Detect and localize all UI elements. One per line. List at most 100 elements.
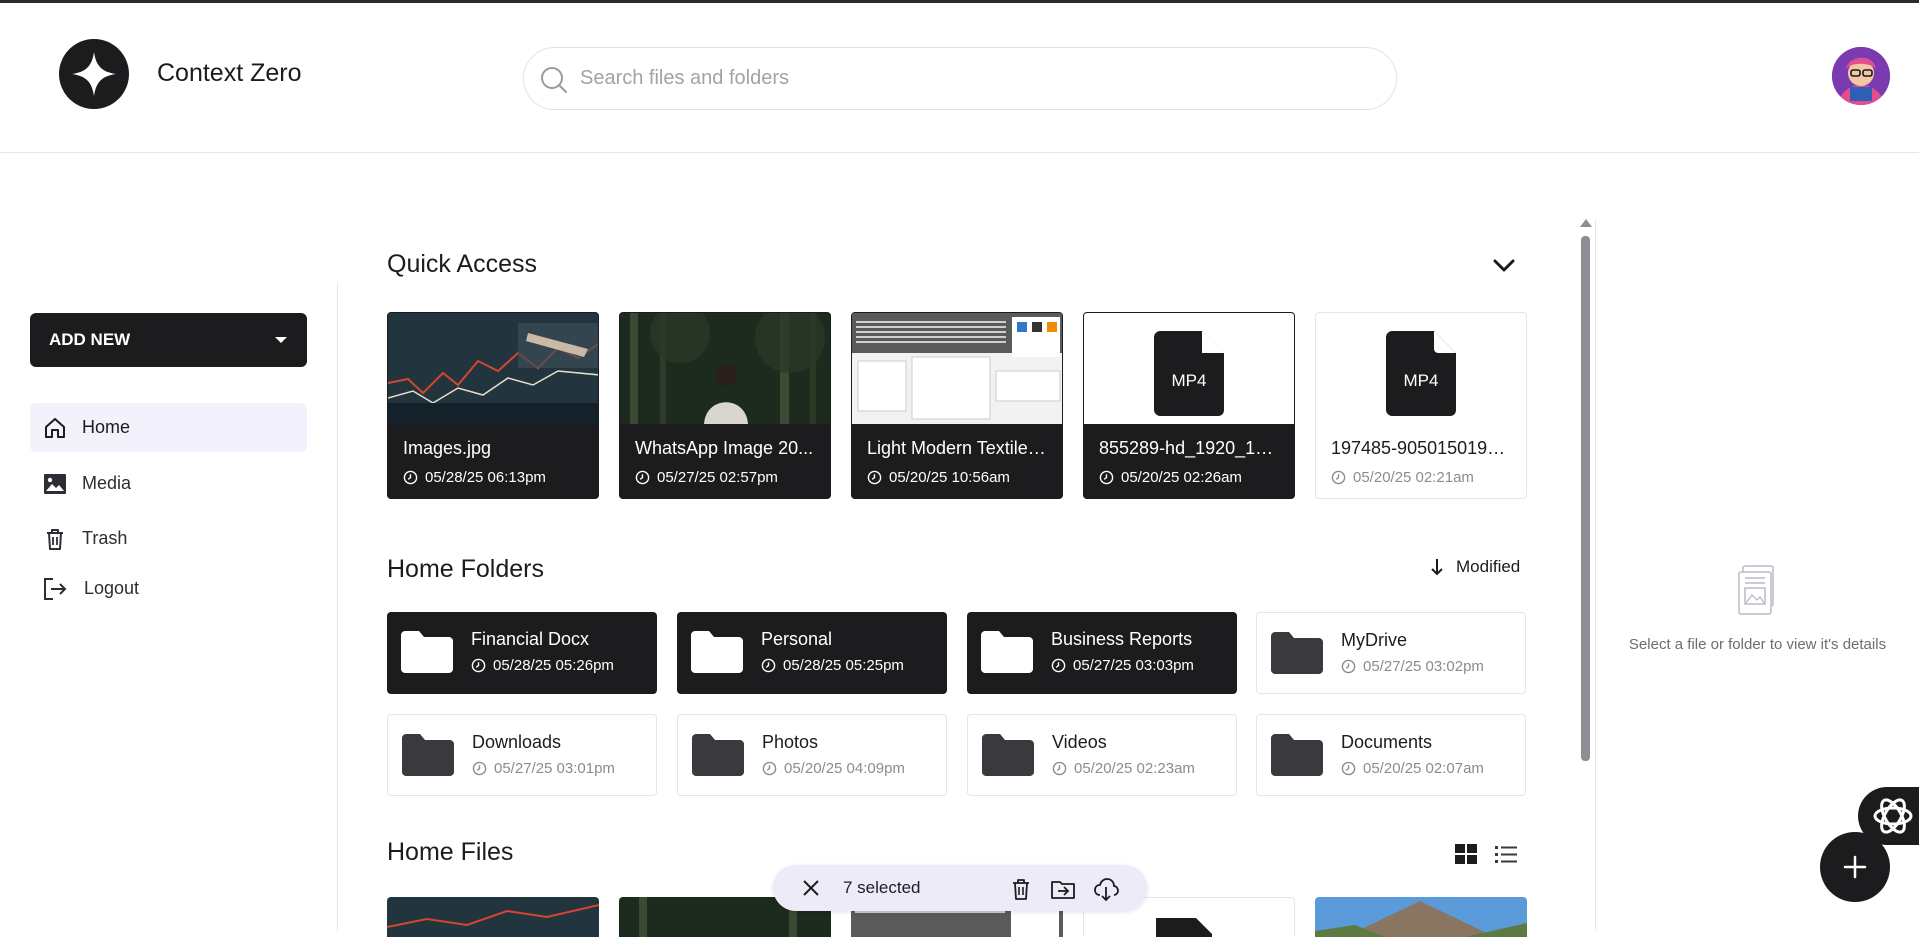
- folder-date: 05/27/25 03:01pm: [472, 760, 615, 777]
- folder-date: 05/28/25 05:26pm: [471, 657, 614, 674]
- folder-name: Videos: [1052, 732, 1107, 752]
- image-icon: [42, 471, 68, 497]
- add-new-button[interactable]: ADD NEW: [30, 313, 307, 367]
- folder-date-text: 05/20/25 02:07am: [1363, 760, 1484, 777]
- header: Context Zero: [0, 3, 1919, 153]
- file-name: Images.jpg: [403, 438, 492, 458]
- scroll-up-arrow[interactable]: [1580, 219, 1592, 227]
- file-date: 05/27/25 02:57pm: [635, 469, 778, 486]
- person-in-forest-thumbnail: [620, 313, 830, 424]
- folder-card[interactable]: Financial Docx 05/28/25 05:26pm: [387, 612, 657, 694]
- search-icon: [541, 67, 567, 93]
- mp4-thumbnail: MP4: [1316, 313, 1526, 424]
- folder-card[interactable]: Documents 05/20/25 02:07am: [1256, 714, 1526, 796]
- folder-card[interactable]: Personal 05/28/25 05:25pm: [677, 612, 947, 694]
- details-empty-text: Select a file or folder to view it's det…: [1628, 636, 1887, 653]
- folder-name: Documents: [1341, 732, 1433, 752]
- folder-card[interactable]: Downloads 05/27/25 03:01pm: [387, 714, 657, 796]
- sidebar-item-media[interactable]: Media: [30, 459, 307, 508]
- file-name: Light Modern Textile ...: [867, 438, 1047, 458]
- sparkle-logo-icon: [72, 52, 116, 96]
- folder-name: Downloads: [472, 732, 562, 752]
- mp4-thumbnail: MP4: [1084, 313, 1294, 424]
- move-to-folder-icon[interactable]: [1050, 876, 1076, 902]
- cloud-download-icon[interactable]: [1093, 876, 1119, 902]
- folder-date-text: 05/20/25 04:09pm: [784, 760, 905, 777]
- sidebar-divider: [337, 283, 338, 931]
- folder-name: Photos: [762, 732, 819, 752]
- plus-icon: [1843, 855, 1867, 879]
- mp4-file-icon: MP4: [1386, 331, 1456, 416]
- svg-text:MP4: MP4: [1404, 371, 1439, 390]
- folder-icon: [1271, 632, 1323, 674]
- clock-icon: [761, 658, 776, 673]
- folder-date: 05/20/25 02:23am: [1052, 760, 1195, 777]
- sort-label: Modified: [1456, 557, 1521, 576]
- folder-icon: [692, 734, 744, 776]
- folder-card[interactable]: Photos 05/20/25 04:09pm: [677, 714, 947, 796]
- quick-access-card[interactable]: Light Modern Textile ... 05/20/25 10:56a…: [851, 312, 1063, 499]
- home-files-title: Home Files: [387, 838, 514, 866]
- folder-card[interactable]: MyDrive 05/27/25 03:02pm: [1256, 612, 1526, 694]
- folder-date-text: 05/27/25 03:03pm: [1073, 657, 1194, 674]
- clock-icon: [1341, 761, 1356, 776]
- home-icon: [42, 415, 68, 441]
- folder-icon: [982, 734, 1034, 776]
- sidebar-item-trash[interactable]: Trash: [30, 514, 307, 563]
- home-file-card[interactable]: [1315, 897, 1527, 937]
- app-logo[interactable]: [59, 39, 129, 109]
- chevron-down-icon[interactable]: [1490, 253, 1518, 277]
- folder-icon: [691, 631, 743, 673]
- file-date-text: 05/20/25 02:26am: [1121, 469, 1242, 486]
- folder-name: Personal: [761, 629, 833, 649]
- folder-icon: [402, 734, 454, 776]
- chevron-down-icon: [275, 337, 287, 343]
- scrollbar-thumb[interactable]: [1581, 236, 1590, 761]
- quick-access-title: Quick Access: [387, 250, 538, 278]
- folder-card[interactable]: Business Reports 05/27/25 03:03pm: [967, 612, 1237, 694]
- arrow-down-icon: [1431, 559, 1443, 576]
- add-fab-button[interactable]: [1820, 832, 1890, 902]
- trash-icon: [42, 526, 68, 552]
- folder-icon: [401, 631, 453, 673]
- sidebar-item-home[interactable]: Home: [30, 403, 307, 452]
- sidebar-item-logout[interactable]: Logout: [30, 564, 307, 613]
- folder-date: 05/27/25 03:02pm: [1341, 658, 1484, 675]
- quick-access-card[interactable]: Images.jpg 05/28/25 06:13pm: [387, 312, 599, 499]
- file-name: WhatsApp Image 20...: [635, 438, 814, 458]
- sidebar-item-label: Trash: [82, 528, 128, 548]
- folder-date: 05/20/25 02:07am: [1341, 760, 1484, 777]
- folder-card[interactable]: Videos 05/20/25 02:23am: [967, 714, 1237, 796]
- quick-access-card[interactable]: MP4 197485-905015019_... 05/20/25 02:21a…: [1315, 312, 1527, 499]
- close-icon[interactable]: [800, 877, 822, 899]
- folder-date-text: 05/20/25 02:23am: [1074, 760, 1195, 777]
- quick-access-card[interactable]: MP4 855289-hd_1920_10... 05/20/25 02:26a…: [1083, 312, 1295, 499]
- sort-modified-button[interactable]: Modified: [1428, 557, 1520, 577]
- sidebar-item-label: Home: [82, 417, 131, 437]
- clock-icon: [762, 761, 777, 776]
- avatar[interactable]: [1832, 47, 1890, 105]
- details-divider: [1595, 220, 1596, 931]
- folder-name: Financial Docx: [471, 629, 590, 649]
- search-input[interactable]: [580, 48, 1360, 109]
- trash-icon[interactable]: [1008, 876, 1034, 902]
- file-date: 05/20/25 02:26am: [1099, 469, 1242, 486]
- grid-view-icon[interactable]: [1453, 842, 1479, 866]
- selection-count: 7 selected: [843, 878, 921, 897]
- list-view-icon[interactable]: [1493, 842, 1519, 866]
- add-new-label: ADD NEW: [49, 330, 131, 349]
- user-avatar-icon: [1832, 47, 1890, 105]
- clock-icon: [403, 470, 418, 485]
- file-date-text: 05/27/25 02:57pm: [657, 469, 778, 486]
- folder-icon: [1271, 734, 1323, 776]
- clock-icon: [1052, 761, 1067, 776]
- file-name: 197485-905015019_...: [1331, 438, 1511, 458]
- mp4-file-icon: MP4: [1154, 331, 1224, 416]
- stock-chart-thumbnail: [388, 313, 598, 424]
- home-file-card[interactable]: [387, 897, 599, 937]
- file-name: 855289-hd_1920_10...: [1099, 438, 1279, 458]
- folder-name: Business Reports: [1051, 629, 1193, 649]
- file-date: 05/20/25 02:21am: [1331, 469, 1474, 486]
- quick-access-card[interactable]: WhatsApp Image 20... 05/27/25 02:57pm: [619, 312, 831, 499]
- search-bar[interactable]: [523, 47, 1397, 110]
